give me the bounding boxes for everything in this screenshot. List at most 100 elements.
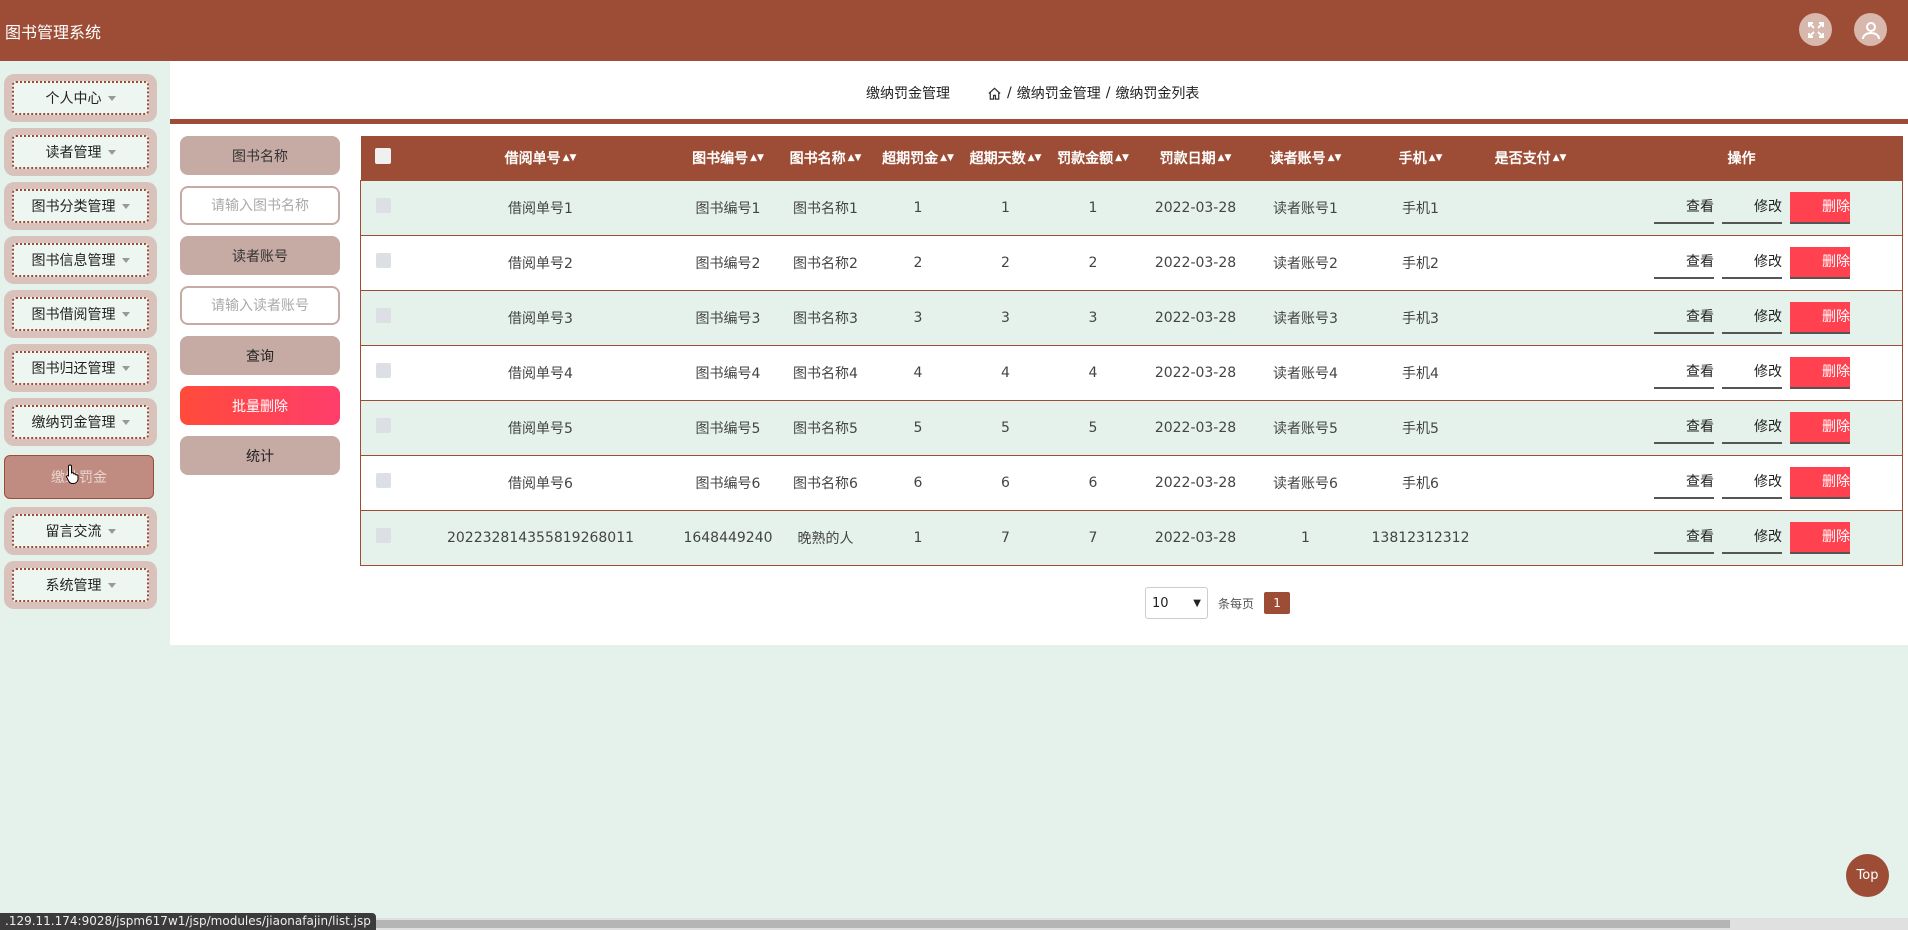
view-button[interactable]: 查看 (1654, 522, 1714, 554)
edit-button[interactable]: 修改 (1722, 192, 1782, 224)
sort-icon: ▲▼ (847, 153, 862, 164)
table-cell: 图书编号4 (695, 365, 761, 382)
table-cell: 3 (1001, 309, 1010, 326)
column-header[interactable]: 读者账号 ▲▼ (1251, 136, 1361, 180)
table-cell: 2022-03-28 (1154, 309, 1237, 326)
table-cell: 图书名称6 (793, 475, 858, 492)
table-cell: 3 (913, 309, 923, 326)
row-checkbox[interactable] (361, 290, 406, 345)
row-checkbox[interactable] (361, 400, 406, 455)
table-cell: 图书编号1 (695, 200, 761, 217)
sidebar-item-book-borrow[interactable]: 图书借阅管理 (4, 290, 157, 338)
page-size-select[interactable]: 10 ▼ (1145, 587, 1208, 619)
table-cell: 借阅单号2 (508, 255, 573, 272)
delete-button[interactable]: 删除 (1790, 411, 1850, 444)
delete-button[interactable]: 删除 (1790, 246, 1850, 279)
column-header[interactable]: 借阅单号 ▲▼ (406, 136, 676, 180)
main-panel: 缴纳罚金管理 / 缴纳罚金管理 / 缴纳罚金列表 图书名称 读者账号 查询 批量… (170, 61, 1908, 645)
sidebar-item-label: 留言交流 (45, 524, 102, 540)
table-cell: 5 (1088, 419, 1098, 436)
chevron-down-icon (121, 203, 130, 209)
sidebar-item-system-management[interactable]: 系统管理 (4, 561, 157, 609)
table-cell: 手机1 (1402, 200, 1439, 217)
back-to-top-button[interactable]: Top (1846, 854, 1889, 897)
page-title: 缴纳罚金管理 (866, 86, 950, 102)
table-cell: 手机5 (1402, 420, 1439, 437)
sidebar-item-reader-management[interactable]: 读者管理 (4, 128, 157, 176)
sidebar-item-book-return[interactable]: 图书归还管理 (4, 344, 157, 392)
table-cell: 读者账号1 (1273, 200, 1338, 217)
select-all-checkbox[interactable] (361, 136, 406, 180)
table-cell (1481, 235, 1581, 290)
delete-button[interactable]: 删除 (1790, 191, 1850, 224)
row-checkbox[interactable] (361, 345, 406, 400)
page-number-current[interactable]: 1 (1264, 592, 1291, 614)
table-cell: 图书名称4 (793, 365, 858, 382)
row-checkbox[interactable] (361, 510, 406, 565)
table-cell: 图书编号3 (695, 310, 761, 327)
reader-account-input[interactable] (180, 286, 340, 325)
sidebar-item-label: 图书信息管理 (31, 253, 116, 269)
edit-button[interactable]: 修改 (1722, 302, 1782, 334)
view-button[interactable]: 查看 (1654, 412, 1714, 444)
column-header[interactable]: 手机 ▲▼ (1361, 136, 1481, 180)
column-header[interactable]: 罚款金额 ▲▼ (1046, 136, 1141, 180)
batch-delete-button[interactable]: 批量删除 (180, 386, 340, 425)
stats-button[interactable]: 统计 (180, 436, 340, 475)
sidebar-item-book-info[interactable]: 图书信息管理 (4, 236, 157, 284)
view-button[interactable]: 查看 (1654, 302, 1714, 334)
delete-button[interactable]: 删除 (1790, 521, 1850, 554)
fullscreen-icon[interactable] (1799, 13, 1832, 46)
view-button[interactable]: 查看 (1654, 192, 1714, 224)
edit-button[interactable]: 修改 (1722, 522, 1782, 554)
column-header[interactable]: 超期罚金 ▲▼ (871, 136, 966, 180)
row-checkbox[interactable] (361, 455, 406, 510)
breadcrumb-link-fine-management[interactable]: 缴纳罚金管理 (1017, 83, 1101, 103)
book-name-input[interactable] (180, 186, 340, 225)
delete-button[interactable]: 删除 (1790, 356, 1850, 389)
sort-icon: ▲▼ (750, 153, 764, 164)
sidebar-item-label: 缴纳罚金管理 (31, 415, 116, 431)
sidebar-item-book-category[interactable]: 图书分类管理 (4, 182, 157, 230)
table-cell: 晚熟的人 (797, 530, 854, 547)
sidebar-item-label: 读者管理 (45, 145, 102, 161)
column-header[interactable]: 图书名称 ▲▼ (781, 136, 871, 180)
table-cell: 借阅单号6 (508, 475, 573, 492)
table-cell: 4 (1088, 364, 1098, 381)
view-button[interactable]: 查看 (1654, 357, 1714, 389)
delete-button[interactable]: 删除 (1790, 301, 1850, 334)
home-icon[interactable] (987, 86, 1002, 101)
row-actions: 查看 修改 删除 (1581, 235, 1903, 290)
table-cell: 借阅单号3 (508, 310, 573, 327)
edit-button[interactable]: 修改 (1722, 467, 1782, 499)
table-cell: 5 (1001, 419, 1010, 436)
delete-button[interactable]: 删除 (1790, 466, 1850, 499)
view-button[interactable]: 查看 (1654, 247, 1714, 279)
table-cell: 2 (913, 254, 923, 271)
sidebar-item-fine-management[interactable]: 缴纳罚金管理 (4, 398, 157, 446)
column-header[interactable]: 图书编号 ▲▼ (676, 136, 781, 180)
edit-button[interactable]: 修改 (1722, 412, 1782, 444)
query-button[interactable]: 查询 (180, 336, 340, 375)
table-cell: 2022-03-28 (1154, 474, 1237, 491)
table-cell: 202232814355819268011 (446, 529, 635, 546)
row-checkbox[interactable] (361, 235, 406, 290)
table-cell: 图书编号5 (695, 420, 761, 437)
column-header[interactable]: 超期天数 ▲▼ (966, 136, 1046, 180)
sidebar-item-message-board[interactable]: 留言交流 (4, 507, 157, 555)
column-header[interactable]: 是否支付 ▲▼ (1481, 136, 1581, 180)
sidebar-item-personal-center[interactable]: 个人中心 (4, 74, 157, 122)
row-checkbox[interactable] (361, 180, 406, 235)
sort-icon: ▲▼ (1552, 153, 1567, 164)
table-cell (1481, 400, 1581, 455)
table-cell: 6 (1001, 474, 1010, 491)
table-cell (1481, 180, 1581, 235)
edit-button[interactable]: 修改 (1722, 357, 1782, 389)
table-cell: 6 (913, 474, 923, 491)
table-cell: 4 (1001, 364, 1010, 381)
view-button[interactable]: 查看 (1654, 467, 1714, 499)
user-avatar-icon[interactable] (1854, 13, 1887, 46)
column-header[interactable]: 罚款日期 ▲▼ (1141, 136, 1251, 180)
chevron-down-icon: ▼ (1193, 597, 1201, 609)
edit-button[interactable]: 修改 (1722, 247, 1782, 279)
